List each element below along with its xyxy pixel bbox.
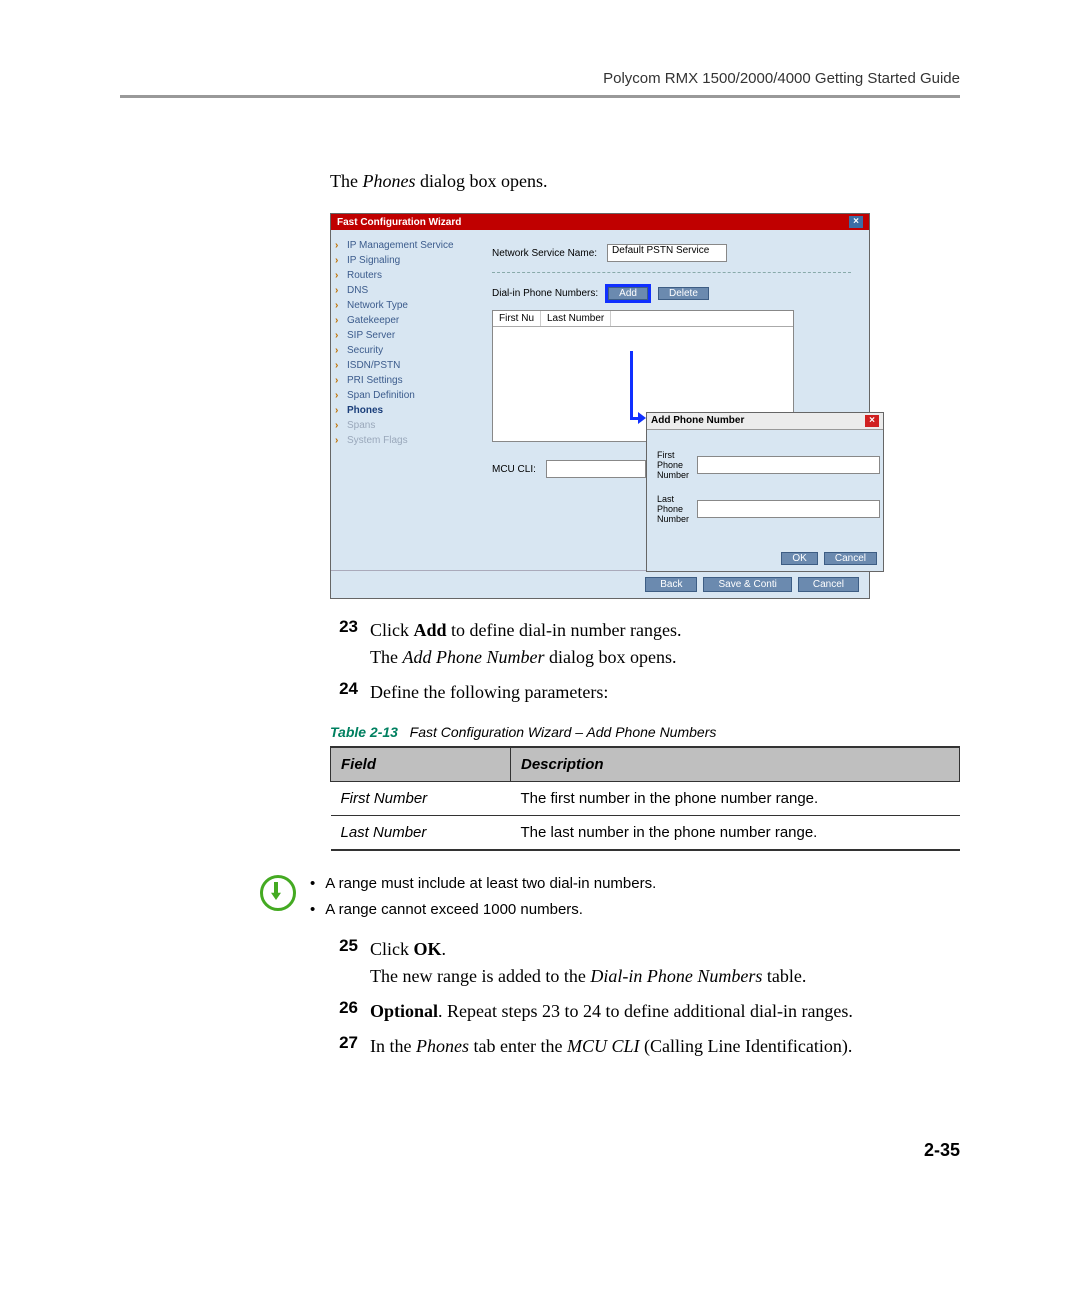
step-24-text: Define the following parameters: xyxy=(370,679,960,706)
nav-sip[interactable]: SIP Server xyxy=(335,328,470,343)
table-row: First Number The first number in the pho… xyxy=(331,782,960,816)
step-num-23: 23 xyxy=(330,617,358,671)
wizard-titlebar: Fast Configuration Wizard × xyxy=(331,214,869,230)
sub-cancel-button[interactable]: Cancel xyxy=(824,552,877,565)
nav-span-def[interactable]: Span Definition xyxy=(335,388,470,403)
nav-ip-mgmt[interactable]: IP Management Service xyxy=(335,238,470,253)
nav-spans[interactable]: Spans xyxy=(335,418,470,433)
header-rule xyxy=(120,95,960,98)
close-icon[interactable]: × xyxy=(849,216,863,228)
nav-routers[interactable]: Routers xyxy=(335,268,470,283)
nav-isdn[interactable]: ISDN/PSTN xyxy=(335,358,470,373)
col-field: Field xyxy=(331,747,511,782)
step-num-26: 26 xyxy=(330,998,358,1025)
first-phone-input[interactable] xyxy=(697,456,880,474)
last-phone-input[interactable] xyxy=(697,500,880,518)
page-number: 2-35 xyxy=(330,1140,960,1161)
nav-security[interactable]: Security xyxy=(335,343,470,358)
back-button[interactable]: Back xyxy=(645,577,697,592)
step-27-text: In the Phones tab enter the MCU CLI (Cal… xyxy=(370,1033,960,1060)
ok-button[interactable]: OK xyxy=(781,552,817,565)
step-26-text: Optional. Repeat steps 23 to 24 to defin… xyxy=(370,998,960,1025)
callout-arrow xyxy=(630,351,633,419)
first-phone-label: First Phone Number xyxy=(657,450,689,480)
params-table: Field Description First Number The first… xyxy=(330,746,960,851)
divider xyxy=(492,272,851,273)
last-phone-label: Last Phone Number xyxy=(657,494,689,524)
svc-name-input[interactable]: Default PSTN Service xyxy=(607,244,727,262)
step-num-24: 24 xyxy=(330,679,358,706)
step-num-25: 25 xyxy=(330,936,358,990)
callout-arrow-head xyxy=(638,412,646,424)
col-description: Description xyxy=(511,747,960,782)
nav-pri[interactable]: PRI Settings xyxy=(335,373,470,388)
dialin-label: Dial-in Phone Numbers: xyxy=(492,288,598,299)
mcu-cli-label: MCU CLI: xyxy=(492,464,536,475)
sub-dialog-title: Add Phone Number xyxy=(651,415,744,427)
delete-button[interactable]: Delete xyxy=(658,287,709,300)
nav-phones[interactable]: Phones xyxy=(335,403,470,418)
intro-line: The Phones dialog box opens. xyxy=(330,168,960,195)
step-num-27: 27 xyxy=(330,1033,358,1060)
wizard-nav: IP Management Service IP Signaling Route… xyxy=(331,230,474,570)
note-icon xyxy=(260,875,296,911)
table-caption: Table 2-13 Fast Configuration Wizard – A… xyxy=(330,724,960,740)
running-header: Polycom RMX 1500/2000/4000 Getting Start… xyxy=(120,70,960,87)
col-first: First Nu xyxy=(493,311,541,326)
col-last: Last Number xyxy=(541,311,611,326)
mcu-cli-input[interactable] xyxy=(546,460,646,478)
add-button[interactable]: Add xyxy=(608,287,648,300)
cancel-button[interactable]: Cancel xyxy=(798,577,859,592)
step-25-text: Click OK. The new range is added to the … xyxy=(370,936,960,990)
add-phone-dialog: Add Phone Number × First Phone Number La… xyxy=(646,412,884,572)
table-row: Last Number The last number in the phone… xyxy=(331,816,960,851)
nav-ip-sig[interactable]: IP Signaling xyxy=(335,253,470,268)
step-23-text: Click Add to define dial-in number range… xyxy=(370,617,960,671)
note-text: A range must include at least two dial-i… xyxy=(310,871,656,922)
nav-dns[interactable]: DNS xyxy=(335,283,470,298)
wizard-title-text: Fast Configuration Wizard xyxy=(337,217,461,228)
nav-gatekeeper[interactable]: Gatekeeper xyxy=(335,313,470,328)
save-continue-button[interactable]: Save & Conti xyxy=(703,577,791,592)
wizard-screenshot: Fast Configuration Wizard × IP Managemen… xyxy=(330,213,870,599)
nav-net-type[interactable]: Network Type xyxy=(335,298,470,313)
svc-label: Network Service Name: xyxy=(492,248,597,259)
nav-sysflags[interactable]: System Flags xyxy=(335,433,470,448)
close-icon[interactable]: × xyxy=(865,415,879,427)
